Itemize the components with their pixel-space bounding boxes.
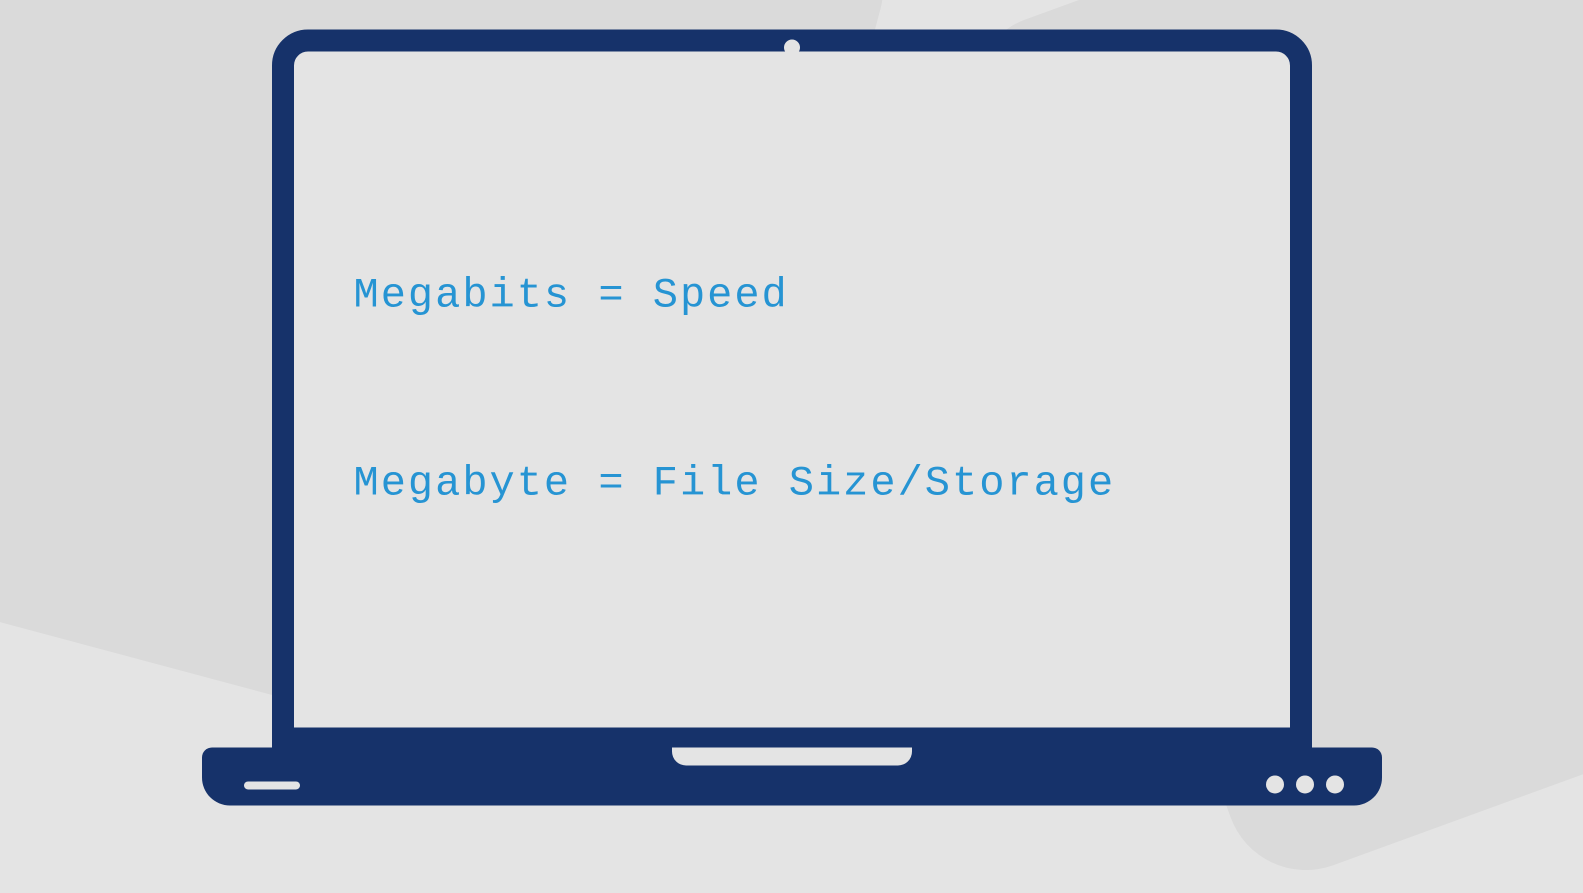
laptop-illustration: Megabits = Speed Megabyte = File Size/St… — [202, 29, 1382, 805]
port-dot-icon — [1266, 775, 1284, 793]
laptop-screen-frame: Megabits = Speed Megabyte = File Size/St… — [272, 29, 1312, 749]
laptop-base — [202, 747, 1382, 805]
ports-group — [1266, 775, 1344, 793]
port-icon — [244, 781, 300, 789]
port-dot-icon — [1326, 775, 1344, 793]
screen-content: Megabits = Speed Megabyte = File Size/St… — [294, 51, 1290, 727]
laptop-notch — [672, 747, 912, 765]
definition-line-2: Megabyte = File Size/Storage — [354, 459, 1290, 507]
definition-line-1: Megabits = Speed — [354, 271, 1290, 319]
port-dot-icon — [1296, 775, 1314, 793]
